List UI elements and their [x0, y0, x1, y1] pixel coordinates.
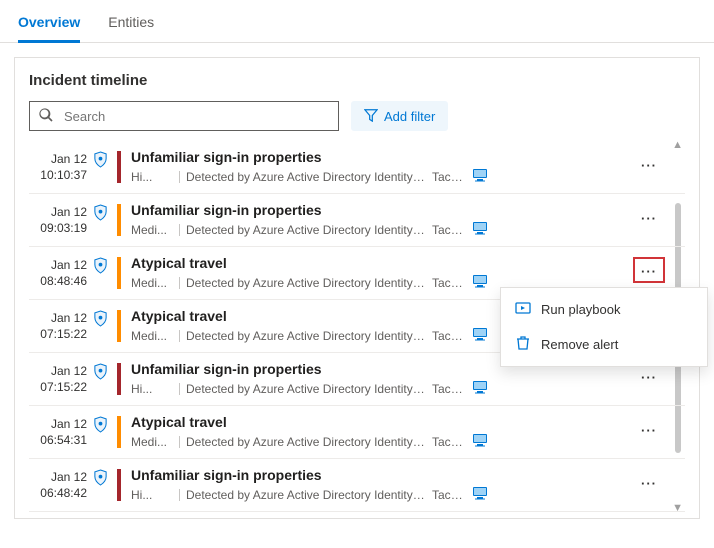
severity-label: Medi...	[131, 223, 173, 237]
tactics-label: Tacti...	[432, 276, 466, 290]
alert-title: Unfamiliar sign-in properties	[131, 149, 635, 165]
severity-bar	[117, 310, 121, 342]
row-content: Unfamiliar sign-in properties Medi... Dete…	[131, 202, 635, 238]
tactics-label: Tacti...	[432, 223, 466, 237]
severity-bar	[117, 204, 121, 236]
tactics-label: Tacti...	[432, 170, 466, 184]
tactics-label: Tacti...	[432, 382, 466, 396]
shield-icon	[87, 149, 113, 168]
detected-by: Detected by Azure Active Directory Ident…	[186, 435, 426, 449]
timestamp: Jan 1206:48:42	[29, 467, 87, 501]
divider	[179, 171, 180, 183]
severity-bar	[117, 363, 121, 395]
more-actions-button[interactable]: ···	[635, 259, 663, 281]
divider	[179, 436, 180, 448]
shield-icon	[87, 308, 113, 327]
detected-by: Detected by Azure Active Directory Ident…	[186, 170, 426, 184]
detected-by: Detected by Azure Active Directory Ident…	[186, 382, 426, 396]
severity-bar	[117, 151, 121, 183]
tab-entities[interactable]: Entities	[108, 8, 154, 43]
host-icon	[472, 327, 488, 344]
add-filter-button[interactable]: Add filter	[351, 101, 448, 131]
tactics-label: Tacti...	[432, 329, 466, 343]
menu-run-playbook[interactable]: Run playbook	[501, 292, 707, 327]
panel-title: Incident timeline	[29, 72, 685, 89]
severity-label: Hi...	[131, 382, 173, 396]
severity-label: Medi...	[131, 435, 173, 449]
menu-remove-alert-label: Remove alert	[541, 337, 618, 352]
host-icon	[472, 380, 488, 397]
shield-icon	[87, 255, 113, 274]
tab-bar: Overview Entities	[0, 0, 714, 43]
host-icon	[472, 274, 488, 291]
detected-by: Detected by Azure Active Directory Ident…	[186, 329, 426, 343]
shield-icon	[87, 414, 113, 433]
timeline-row[interactable]: Jan 1206:54:31 Atypical travel Medi... Dete…	[29, 406, 685, 459]
severity-label: Medi...	[131, 276, 173, 290]
severity-bar	[117, 416, 121, 448]
search-icon	[38, 107, 54, 126]
divider	[179, 330, 180, 342]
row-content: Unfamiliar sign-in properties Hi... Detect…	[131, 149, 635, 185]
alert-title: Atypical travel	[131, 255, 635, 271]
context-menu: Run playbook Remove alert	[500, 287, 708, 367]
alert-meta: Hi... Detected by Azure Active Directory …	[131, 380, 635, 397]
timeline-row[interactable]: Jan 1210:10:37 Unfamiliar sign-in propert…	[29, 141, 685, 194]
timeline-row[interactable]: Jan 1209:03:19 Unfamiliar sign-in propert…	[29, 194, 685, 247]
divider	[179, 277, 180, 289]
controls-row: Add filter	[29, 101, 685, 131]
row-content: Atypical travel Medi... Detected by Azure …	[131, 255, 635, 291]
search-input[interactable]	[62, 108, 330, 125]
alert-meta: Hi... Detected by Azure Active Directory …	[131, 168, 635, 185]
host-icon	[472, 433, 488, 450]
severity-bar	[117, 469, 121, 501]
filter-icon	[364, 108, 378, 125]
severity-bar	[117, 257, 121, 289]
tactics-label: Tacti...	[432, 488, 466, 502]
more-actions-button[interactable]: ···	[635, 202, 663, 225]
shield-icon	[87, 467, 113, 486]
playbook-icon	[515, 300, 531, 319]
menu-remove-alert[interactable]: Remove alert	[501, 327, 707, 362]
menu-run-playbook-label: Run playbook	[541, 302, 621, 317]
alert-meta: Medi... Detected by Azure Active Director…	[131, 433, 635, 450]
severity-label: Hi...	[131, 488, 173, 502]
row-content: Atypical travel Medi... Detected by Azure …	[131, 414, 635, 450]
severity-label: Medi...	[131, 329, 173, 343]
more-actions-button[interactable]: ···	[635, 149, 663, 172]
more-actions-button[interactable]: ···	[635, 467, 663, 490]
shield-icon	[87, 202, 113, 221]
divider	[179, 383, 180, 395]
tactics-label: Tacti...	[432, 435, 466, 449]
timestamp: Jan 1206:54:31	[29, 414, 87, 448]
timestamp: Jan 1210:10:37	[29, 149, 87, 183]
alert-meta: Hi... Detected by Azure Active Directory …	[131, 486, 635, 503]
detected-by: Detected by Azure Active Directory Ident…	[186, 276, 426, 290]
timestamp: Jan 1207:15:22	[29, 308, 87, 342]
shield-icon	[87, 361, 113, 380]
trash-icon	[515, 335, 531, 354]
timestamp: Jan 1209:03:19	[29, 202, 87, 236]
host-icon	[472, 221, 488, 238]
alert-title: Atypical travel	[131, 414, 635, 430]
detected-by: Detected by Azure Active Directory Ident…	[186, 488, 426, 502]
divider	[179, 224, 180, 236]
tab-overview[interactable]: Overview	[18, 8, 80, 43]
timestamp: Jan 1208:48:46	[29, 255, 87, 289]
host-icon	[472, 486, 488, 503]
detected-by: Detected by Azure Active Directory Ident…	[186, 223, 426, 237]
divider	[179, 489, 180, 501]
timestamp: Jan 1207:15:22	[29, 361, 87, 395]
alert-meta: Medi... Detected by Azure Active Director…	[131, 221, 635, 238]
row-content: Unfamiliar sign-in properties Hi... Detect…	[131, 467, 635, 503]
host-icon	[472, 168, 488, 185]
alert-title: Unfamiliar sign-in properties	[131, 467, 635, 483]
more-actions-button[interactable]: ···	[635, 414, 663, 437]
add-filter-label: Add filter	[384, 109, 435, 124]
severity-label: Hi...	[131, 170, 173, 184]
timeline-row[interactable]: Jan 1206:48:42 Unfamiliar sign-in propert…	[29, 459, 685, 512]
search-input-wrapper[interactable]	[29, 101, 339, 131]
alert-title: Unfamiliar sign-in properties	[131, 202, 635, 218]
